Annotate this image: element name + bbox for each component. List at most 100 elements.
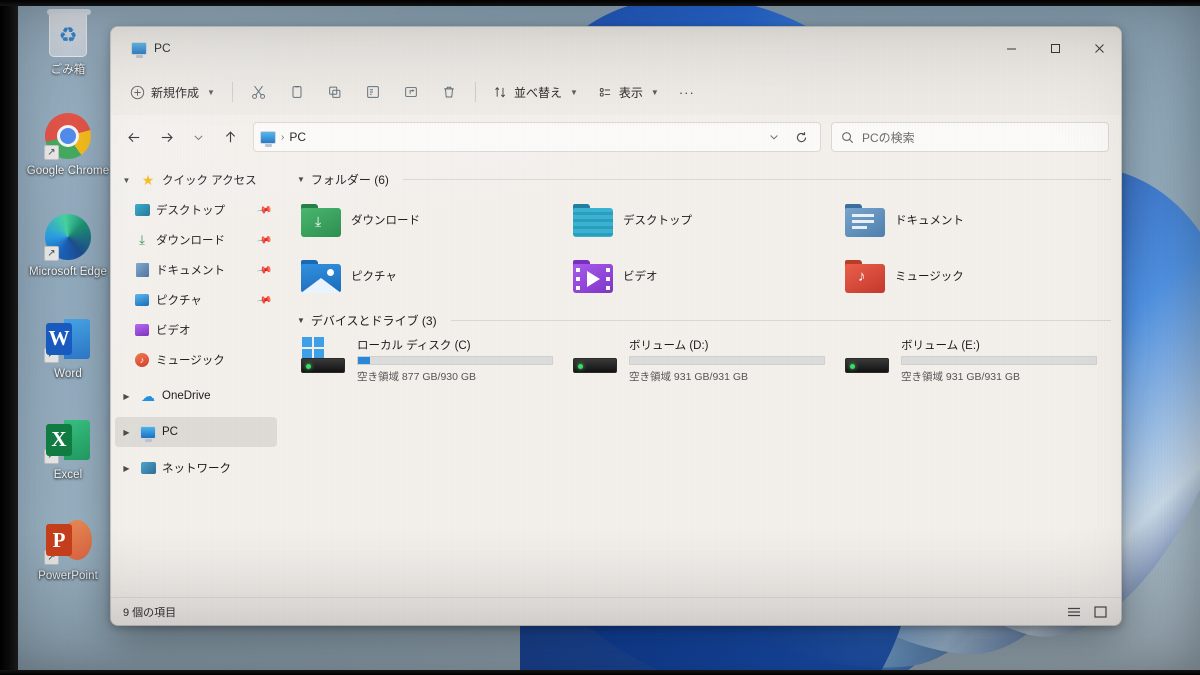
- refresh-button[interactable]: [788, 125, 814, 149]
- minimize-button[interactable]: [989, 27, 1033, 69]
- pin-icon[interactable]: 📌: [256, 202, 273, 218]
- maximize-button[interactable]: [1033, 27, 1077, 69]
- sidebar-item-pc[interactable]: ▶ PC: [115, 417, 277, 447]
- drives-group-header[interactable]: ▼ デバイスとドライブ (3): [297, 312, 1111, 329]
- breadcrumb-current[interactable]: PC: [289, 130, 306, 144]
- local-disk-icon: [301, 337, 347, 379]
- share-icon: [405, 87, 417, 97]
- desktop-icon-list: ♻ ごみ箱 ↗ Google Chrome ↗ Microsoft Edge W…: [18, 9, 118, 583]
- chevron-down-icon[interactable]: ▼: [119, 176, 134, 185]
- desktop-icon-word[interactable]: W ↗ Word: [20, 314, 116, 381]
- drive-free-space: 空き領域 931 GB/931 GB: [901, 371, 1021, 383]
- share-button[interactable]: [393, 76, 429, 108]
- forward-button[interactable]: [151, 122, 181, 152]
- desktop-icon-microsoft-edge[interactable]: ↗ Microsoft Edge: [20, 212, 116, 279]
- photo-frame: ♻ ごみ箱 ↗ Google Chrome ↗ Microsoft Edge W…: [0, 0, 1200, 675]
- sidebar-item-pictures[interactable]: ピクチャ 📌: [115, 285, 277, 315]
- cut-button[interactable]: [241, 76, 277, 108]
- folder-item[interactable]: ピクチャ: [295, 248, 567, 304]
- drive-usage-bar: [901, 356, 1097, 365]
- view-button[interactable]: 表示 ▼: [589, 77, 668, 107]
- windows-logo-icon: [302, 337, 324, 358]
- chevron-down-icon[interactable]: ▼: [297, 175, 305, 184]
- more-options-button[interactable]: ···: [670, 77, 704, 107]
- copy-button[interactable]: [279, 76, 315, 108]
- recycle-bin-icon: ♻: [43, 9, 93, 60]
- window-titlebar[interactable]: PC: [111, 27, 1121, 69]
- chevron-right-icon[interactable]: ▶: [119, 428, 134, 437]
- rename-button[interactable]: [355, 76, 391, 108]
- scissors-icon: [252, 85, 265, 99]
- sort-button-label: 並べ替え: [513, 85, 562, 100]
- sidebar-item-documents[interactable]: ドキュメント 📌: [115, 255, 277, 285]
- sidebar-item-quick-access[interactable]: ▼ ★ クイック アクセス: [115, 165, 277, 195]
- file-list-pane: ▼ フォルダー (6) ⤓ ダウンロード デスクトップ ドキュメント ピクチャ …: [283, 159, 1121, 597]
- details-view-icon: [1093, 605, 1107, 618]
- paste-icon: [329, 86, 341, 98]
- folder-item[interactable]: ♪ ミュージック: [839, 248, 1111, 304]
- paste-button[interactable]: [317, 76, 353, 108]
- sort-icon: [495, 86, 505, 98]
- pictures-folder-icon: [301, 259, 341, 293]
- folder-item[interactable]: デスクトップ: [567, 192, 839, 248]
- sidebar-item-onedrive[interactable]: ▶ ☁ OneDrive: [115, 381, 277, 411]
- drive-item[interactable]: ボリューム (E:) 空き領域 931 GB/931 GB: [839, 333, 1111, 387]
- sidebar-item-music[interactable]: ♪ ミュージック: [115, 345, 277, 375]
- drive-item[interactable]: ボリューム (D:) 空き領域 931 GB/931 GB: [567, 333, 839, 387]
- desktop-icon-label: Excel: [53, 468, 83, 481]
- desktop-icon-excel[interactable]: X ↗ Excel: [20, 415, 116, 482]
- videos-icon: [133, 322, 151, 338]
- search-input[interactable]: PCの検索: [831, 122, 1109, 152]
- excel-icon: X ↗: [43, 415, 93, 465]
- drive-free-space: 空き領域 931 GB/931 GB: [629, 371, 749, 383]
- folder-item[interactable]: ⤓ ダウンロード: [295, 192, 567, 248]
- address-dropdown-button[interactable]: [762, 125, 786, 149]
- folders-group-header[interactable]: ▼ フォルダー (6): [297, 171, 1111, 188]
- close-button[interactable]: [1077, 27, 1121, 69]
- folder-item[interactable]: ドキュメント: [839, 192, 1111, 248]
- sort-button[interactable]: 並べ替え ▼: [484, 77, 587, 107]
- plus-circle-icon: [130, 85, 145, 99]
- sidebar-item-downloads[interactable]: ⤓ ダウンロード 📌: [115, 225, 277, 255]
- this-pc-icon: [131, 41, 147, 58]
- pin-icon[interactable]: 📌: [256, 232, 273, 248]
- arrow-right-icon: [161, 132, 173, 142]
- new-button[interactable]: 新規作成 ▼: [121, 77, 224, 107]
- desktop-icon-label: PowerPoint: [38, 570, 98, 583]
- sidebar-item-desktop[interactable]: デスクトップ 📌: [115, 195, 277, 225]
- chevron-right-icon[interactable]: ▶: [119, 392, 134, 401]
- arrow-up-icon: [225, 130, 235, 142]
- list-view-button[interactable]: [1065, 604, 1083, 620]
- item-count-label: 9 個の項目: [123, 606, 177, 619]
- word-icon: W ↗: [43, 314, 93, 364]
- up-button[interactable]: [215, 122, 245, 152]
- details-view-button[interactable]: [1091, 604, 1109, 620]
- this-pc-icon: [139, 424, 157, 442]
- window-body: ▼ ★ クイック アクセス デスクトップ 📌 ⤓ ダウンロード 📌 ドキュメント…: [111, 159, 1121, 597]
- chevron-right-icon[interactable]: ▶: [119, 464, 134, 473]
- sidebar-item-videos[interactable]: ビデオ: [115, 315, 277, 345]
- drive-free-space: 空き領域 877 GB/930 GB: [357, 371, 477, 383]
- drive-item[interactable]: ローカル ディスク (C) 空き領域 877 GB/930 GB: [295, 333, 567, 387]
- window-title: PC: [154, 41, 171, 55]
- desktop-icon-powerpoint[interactable]: P ↗ PowerPoint: [20, 516, 116, 583]
- sidebar-item-label: ネットワーク: [162, 463, 231, 475]
- chevron-down-icon[interactable]: ▼: [297, 316, 305, 325]
- pin-icon[interactable]: 📌: [256, 262, 273, 278]
- desktop-icon-recycle-bin[interactable]: ♻ ごみ箱: [20, 9, 116, 77]
- window-tab-pc[interactable]: PC: [123, 33, 185, 63]
- refresh-icon: [796, 131, 806, 142]
- trash-icon: [444, 86, 454, 98]
- pin-icon[interactable]: 📌: [256, 292, 273, 308]
- breadcrumb[interactable]: › PC: [253, 122, 821, 152]
- folder-item[interactable]: ビデオ: [567, 248, 839, 304]
- drives-group-label: デバイスとドライブ (3): [310, 314, 437, 328]
- delete-button[interactable]: [431, 76, 467, 108]
- sidebar-item-network[interactable]: ▶ ネットワーク: [115, 453, 277, 483]
- edge-icon: ↗: [43, 212, 93, 262]
- folder-name: ピクチャ: [351, 271, 397, 283]
- back-button[interactable]: [119, 122, 149, 152]
- recent-locations-button[interactable]: [183, 122, 213, 152]
- toolbar-divider: [231, 82, 233, 102]
- desktop-icon-google-chrome[interactable]: ↗ Google Chrome: [20, 111, 116, 178]
